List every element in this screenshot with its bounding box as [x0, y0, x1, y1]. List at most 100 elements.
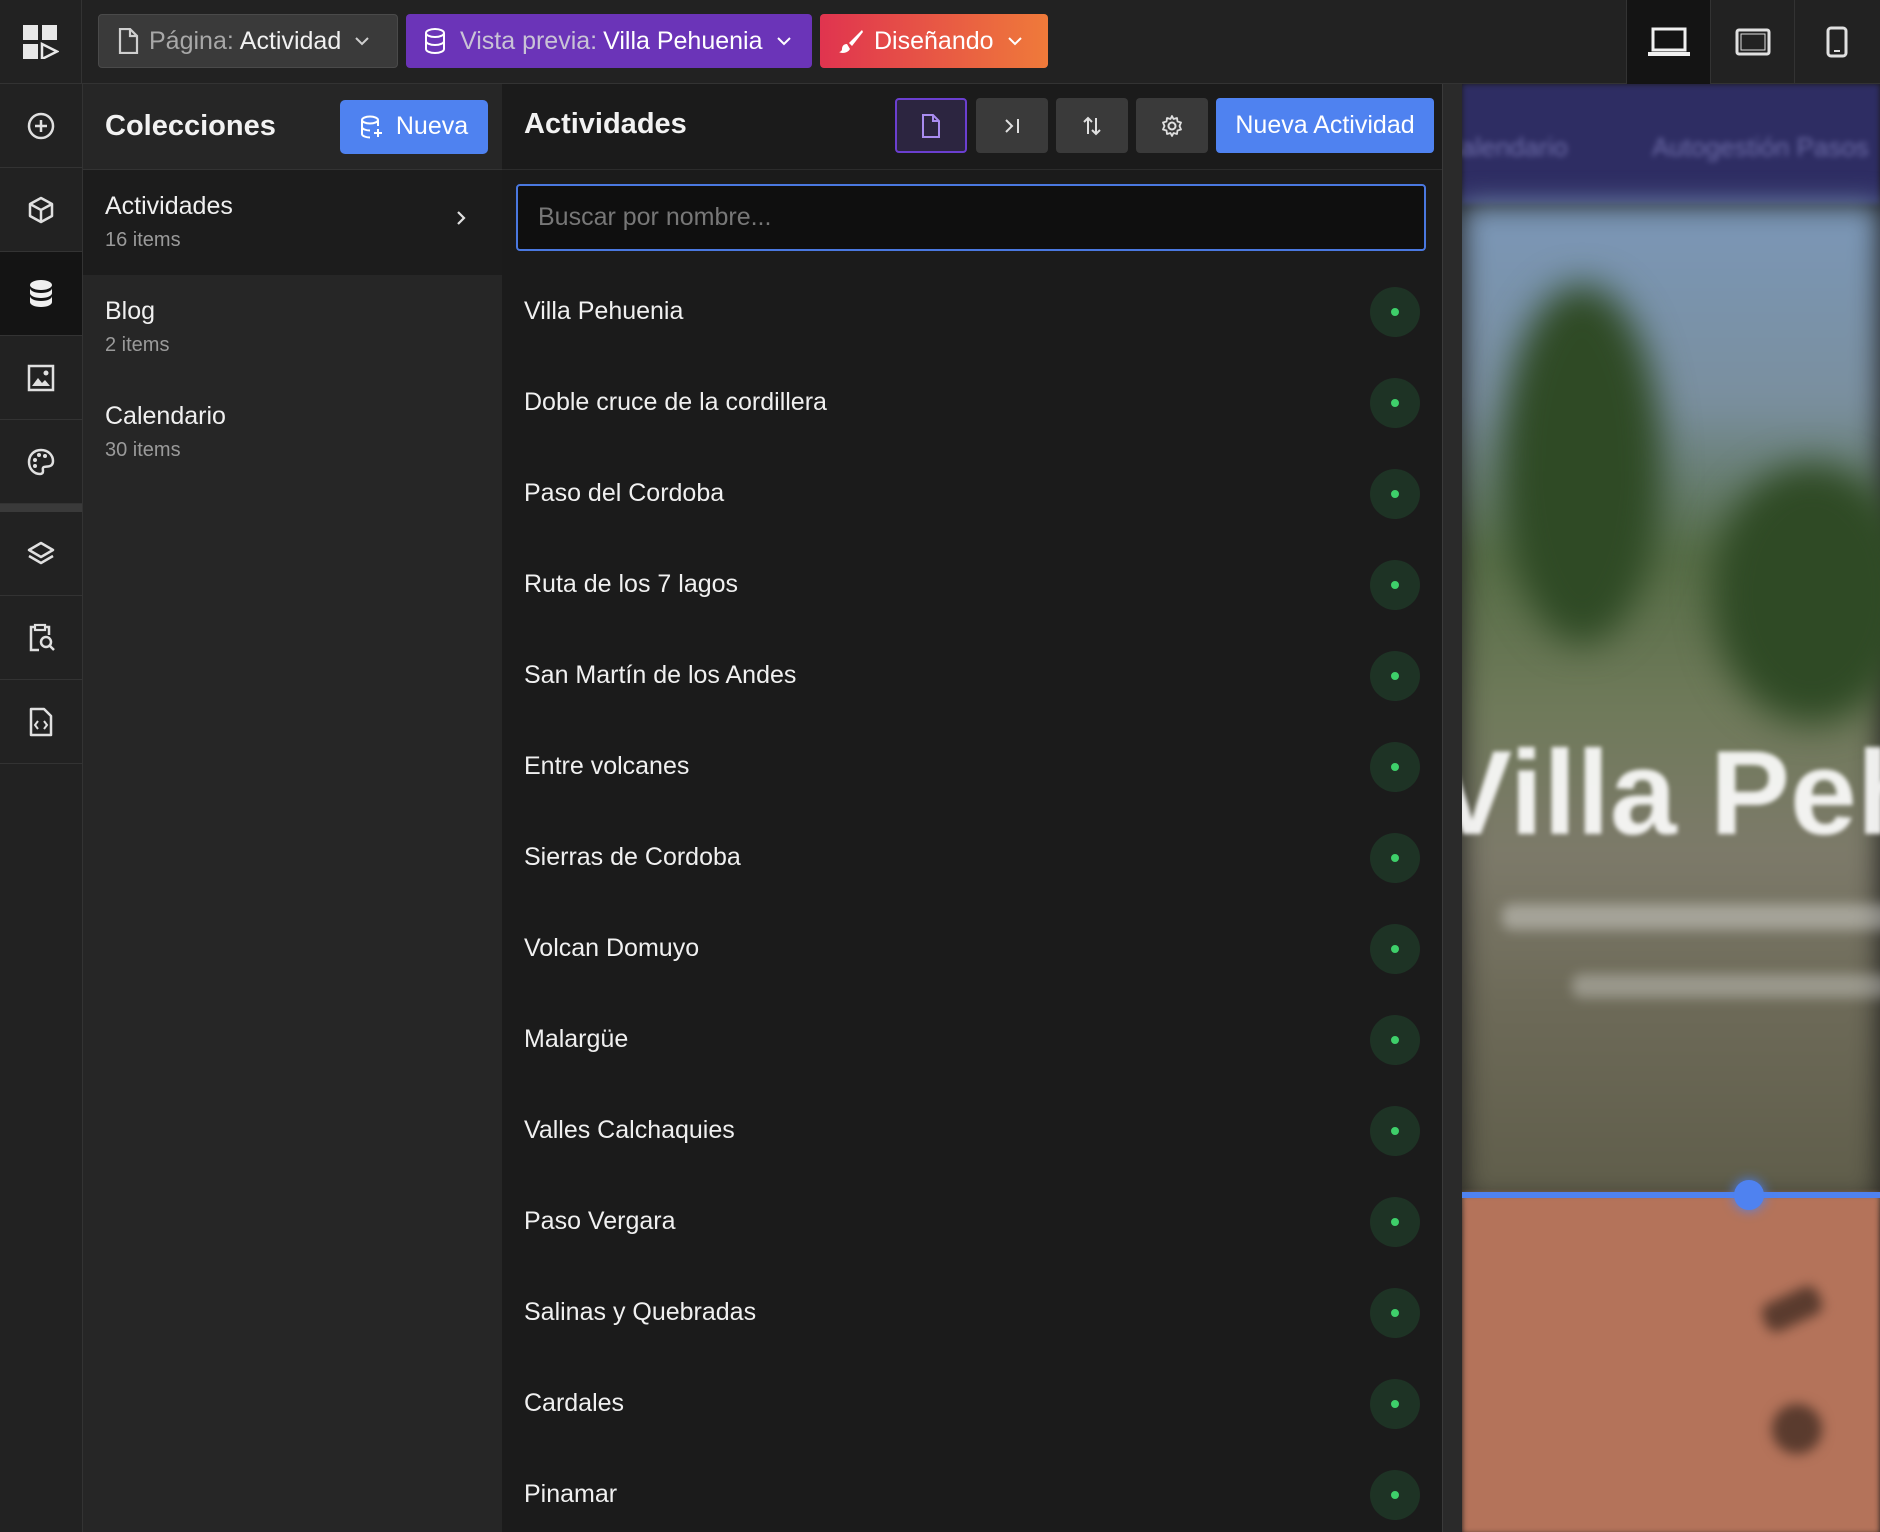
page-selector-value: Actividad	[239, 26, 342, 55]
items-panel: Actividades Nueva Actividad Buscar por n…	[502, 84, 1442, 1532]
page-selector[interactable]: Página: Actividad	[98, 14, 398, 68]
image-icon	[27, 364, 55, 391]
items-header: Actividades Nueva Actividad	[502, 84, 1442, 170]
list-item-name: Villa Pehuenia	[524, 297, 684, 325]
sort-button[interactable]	[1056, 98, 1128, 153]
desktop-view-button[interactable]	[1626, 0, 1710, 84]
laptop-icon	[1647, 27, 1690, 56]
list-item[interactable]: Pinamar	[502, 1449, 1442, 1532]
arrow-to-end-icon	[1005, 118, 1019, 133]
list-item[interactable]: Entre volcanes	[502, 721, 1442, 812]
mobile-view-button[interactable]	[1794, 0, 1878, 84]
published-dot-icon	[1391, 944, 1399, 953]
list-item-name: Sierras de Cordoba	[524, 843, 741, 871]
preview-selector-value: Villa Pehuenia	[603, 26, 763, 55]
new-item-button[interactable]: Nueva Actividad	[1216, 98, 1434, 153]
collapse-panel-button[interactable]	[976, 98, 1048, 153]
list-item[interactable]: Volcan Domuyo	[502, 903, 1442, 994]
page-search-icon	[29, 623, 55, 651]
collection-name: Blog	[105, 297, 156, 325]
list-item-name: Malargüe	[524, 1025, 629, 1053]
rail-seo-button[interactable]	[0, 596, 82, 680]
preview-hero-title: Villa Pehuenia	[1462, 726, 1880, 860]
preview-selector[interactable]: Vista previa: Villa Pehuenia	[406, 14, 812, 68]
left-rail	[0, 84, 83, 1532]
list-item[interactable]: San Martín de los Andes	[502, 630, 1442, 721]
status-badge	[1370, 1287, 1420, 1338]
page-preview[interactable]: Calendario Autogestión Pasos Villa Pehue…	[1462, 84, 1880, 1532]
published-dot-icon	[1391, 489, 1399, 498]
app-logo-icon[interactable]	[0, 0, 82, 84]
published-dot-icon	[1391, 1126, 1399, 1135]
new-collection-button[interactable]: Nueva	[340, 99, 488, 154]
preview-hero-subtitle	[1502, 904, 1880, 930]
published-dot-icon	[1391, 1308, 1399, 1317]
published-dot-icon	[1391, 1217, 1399, 1226]
rail-components-button[interactable]	[0, 168, 82, 252]
template-page-button[interactable]	[895, 98, 967, 153]
chevron-down-icon	[776, 36, 791, 45]
search-input[interactable]	[516, 184, 1426, 251]
list-item[interactable]: Cardales	[502, 1358, 1442, 1449]
status-badge	[1370, 1014, 1420, 1065]
tablet-view-button[interactable]	[1710, 0, 1794, 84]
list-item[interactable]: Villa Pehuenia	[502, 266, 1442, 357]
list-item[interactable]: Paso del Cordoba	[502, 448, 1442, 539]
list-item[interactable]: Salinas y Quebradas	[502, 1267, 1442, 1358]
collection-settings-button[interactable]	[1136, 98, 1208, 153]
rail-code-button[interactable]	[0, 680, 82, 764]
status-badge	[1370, 1105, 1420, 1156]
top-bar: Página: Actividad Vista previa: Villa Pe…	[0, 0, 1880, 84]
collection-count: 16 items	[105, 229, 181, 251]
tablet-icon	[1735, 28, 1770, 56]
palette-icon	[27, 448, 55, 475]
list-item-name: San Martín de los Andes	[524, 661, 797, 689]
collection-item-blog[interactable]: Blog 2 items	[83, 275, 502, 380]
page-icon	[118, 28, 139, 54]
layers-icon	[27, 541, 55, 564]
preview-resize-handle[interactable]	[1734, 1180, 1764, 1210]
mode-selector-label: Diseñando	[874, 26, 994, 55]
page-selector-prefix: Página:	[149, 26, 234, 55]
list-item-name: Doble cruce de la cordillera	[524, 388, 827, 416]
preview-nav: Calendario Autogestión Pasos	[1462, 84, 1880, 204]
rail-layers-button[interactable]	[0, 512, 82, 596]
mode-selector[interactable]: Diseñando	[820, 14, 1048, 68]
status-badge	[1370, 923, 1420, 974]
status-badge	[1370, 741, 1420, 792]
box-icon	[28, 196, 54, 223]
chevron-right-icon	[457, 211, 466, 225]
new-collection-label: Nueva	[395, 112, 469, 140]
rail-add-button[interactable]	[0, 84, 82, 168]
collection-item-calendario[interactable]: Calendario 30 items	[83, 380, 502, 485]
published-dot-icon	[1391, 580, 1399, 589]
status-badge	[1370, 559, 1420, 610]
database-icon	[30, 279, 52, 307]
brush-icon	[839, 30, 863, 53]
list-item-name: Pinamar	[524, 1480, 618, 1508]
published-dot-icon	[1391, 307, 1399, 316]
rail-styles-button[interactable]	[0, 420, 82, 504]
chevron-down-icon	[355, 36, 369, 45]
list-item[interactable]: Ruta de los 7 lagos	[502, 539, 1442, 630]
phone-icon	[1826, 26, 1847, 58]
panel-scrollbar[interactable]	[1442, 84, 1462, 1532]
published-dot-icon	[1391, 1399, 1399, 1408]
status-badge	[1370, 1469, 1420, 1520]
published-dot-icon	[1391, 1490, 1399, 1499]
list-item[interactable]: Sierras de Cordoba	[502, 812, 1442, 903]
collection-item-actividades[interactable]: Actividades 16 items	[83, 170, 502, 275]
list-item[interactable]: Paso Vergara	[502, 1176, 1442, 1267]
collection-name: Actividades	[105, 192, 233, 220]
list-item-name: Valles Calchaquies	[524, 1116, 735, 1144]
sort-arrows-icon	[1083, 116, 1101, 135]
list-item[interactable]: Valles Calchaquies	[502, 1085, 1442, 1176]
list-item[interactable]: Doble cruce de la cordillera	[502, 357, 1442, 448]
list-item-name: Paso del Cordoba	[524, 479, 725, 507]
rail-media-button[interactable]	[0, 336, 82, 420]
published-dot-icon	[1391, 671, 1399, 680]
gear-icon	[1162, 114, 1182, 137]
status-badge	[1370, 377, 1420, 428]
rail-collections-button[interactable]	[0, 252, 82, 336]
list-item[interactable]: Malargüe	[502, 994, 1442, 1085]
